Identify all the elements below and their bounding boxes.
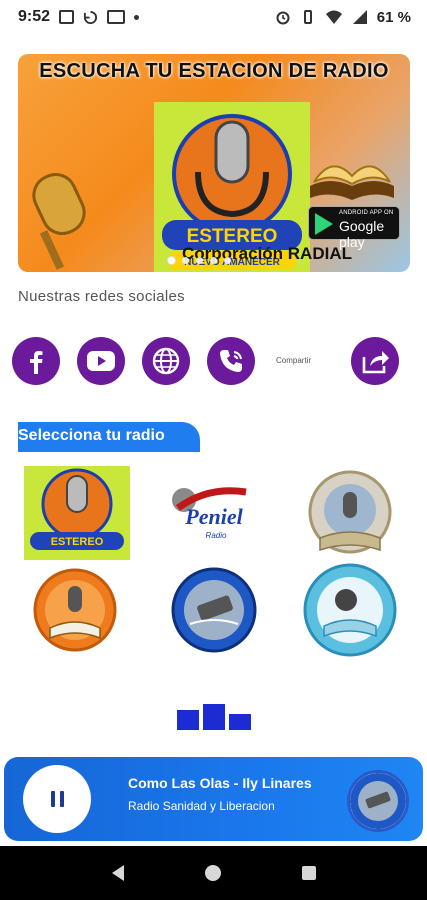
carousel-dot[interactable] xyxy=(168,257,175,264)
station-estereo-presencia[interactable] xyxy=(302,562,398,658)
carousel-dot[interactable] xyxy=(224,257,231,264)
station-logo-radio-sanidad-y-liberacion xyxy=(171,567,257,653)
status-left: 9:52 xyxy=(18,8,140,26)
status-time: 9:52 xyxy=(18,8,51,25)
google-play-icon xyxy=(315,213,333,235)
carousel-dot[interactable] xyxy=(210,257,217,264)
social-section-title: Nuestras redes sociales xyxy=(18,288,185,305)
google-play-badge-caption: ANDROID APP ON xyxy=(339,210,394,216)
back-icon[interactable] xyxy=(108,863,128,883)
facebook-icon xyxy=(30,351,43,374)
loading-bar xyxy=(229,714,251,730)
call-button[interactable] xyxy=(207,337,255,385)
google-play-badge[interactable]: ANDROID APP ON Google play xyxy=(308,206,400,250)
svg-text:Radio: Radio xyxy=(206,531,227,540)
banner-title: ESCUCHA TU ESTACION DE RADIO xyxy=(39,60,389,82)
app-screen: 9:52 61 % ESCUCHA TU ESTACION DE RADIO E… xyxy=(0,0,427,900)
share-button[interactable] xyxy=(351,337,399,385)
station-logo-estereo-presencia xyxy=(303,563,397,657)
station-radio-sanidad-y-liberacion[interactable] xyxy=(170,566,258,654)
social-buttons-row: Compartir xyxy=(12,337,412,387)
carousel-indicators xyxy=(168,257,231,264)
loading-bar xyxy=(203,704,225,730)
station-radio-peniel[interactable]: Peniel Radio xyxy=(168,478,254,548)
youtube-button[interactable] xyxy=(77,337,125,385)
facebook-button[interactable] xyxy=(12,337,60,385)
battery-level: 61 % xyxy=(376,8,411,26)
now-playing-title: Como Las Olas - Ily Linares xyxy=(128,775,312,791)
radio-notification-icon xyxy=(107,10,126,24)
now-playing-station-logo xyxy=(347,770,409,832)
system-navigation-bar xyxy=(0,846,427,900)
status-right: 61 % xyxy=(275,9,411,26)
golden-microphone-image xyxy=(32,173,86,270)
youtube-icon xyxy=(87,351,115,371)
carousel-dot[interactable] xyxy=(182,257,189,264)
website-button[interactable] xyxy=(142,337,190,385)
station-radio-cristiana[interactable] xyxy=(30,568,120,652)
station-logo-radio-biblica xyxy=(308,470,392,554)
station-logo-radio-cristiana xyxy=(33,568,117,652)
select-radio-title: Selecciona tu radio xyxy=(18,427,165,444)
wifi-icon xyxy=(325,10,342,24)
more-notifications-icon xyxy=(134,14,140,20)
gallery-icon xyxy=(59,10,75,24)
now-playing-station: Radio Sanidad y Liberacion xyxy=(128,799,275,813)
loading-bar xyxy=(177,710,199,730)
bible-book-image xyxy=(310,165,394,200)
share-icon xyxy=(362,351,389,374)
pause-button[interactable] xyxy=(23,765,91,833)
banner-carousel[interactable]: ESCUCHA TU ESTACION DE RADIO ESTEREO NUE… xyxy=(18,54,410,272)
now-playing-bar[interactable]: Como Las Olas - Ily Linares Radio Sanida… xyxy=(4,757,423,841)
svg-text:Peniel: Peniel xyxy=(184,504,243,529)
station-estereo-nuevo-amanecer[interactable]: ESTEREO xyxy=(24,466,130,560)
alarm-icon xyxy=(276,11,290,25)
recents-icon[interactable] xyxy=(299,863,319,883)
loading-indicator xyxy=(177,704,251,730)
phone-icon xyxy=(220,350,242,372)
sync-icon xyxy=(83,10,98,24)
station-logo-radio-peniel: Peniel Radio xyxy=(172,487,247,540)
status-bar: 9:52 61 % xyxy=(0,0,427,34)
globe-icon xyxy=(152,347,180,375)
pause-icon xyxy=(50,791,64,807)
share-label: Compartir xyxy=(276,356,312,365)
signal-icon xyxy=(352,10,367,24)
vibrate-icon xyxy=(303,10,312,24)
svg-text:ESTEREO: ESTEREO xyxy=(51,536,104,548)
home-icon[interactable] xyxy=(203,863,223,883)
station-logo-estereo-nuevo-amanecer: ESTEREO xyxy=(24,466,130,560)
station-radio-biblica[interactable] xyxy=(306,470,394,560)
carousel-dot[interactable] xyxy=(196,257,203,264)
